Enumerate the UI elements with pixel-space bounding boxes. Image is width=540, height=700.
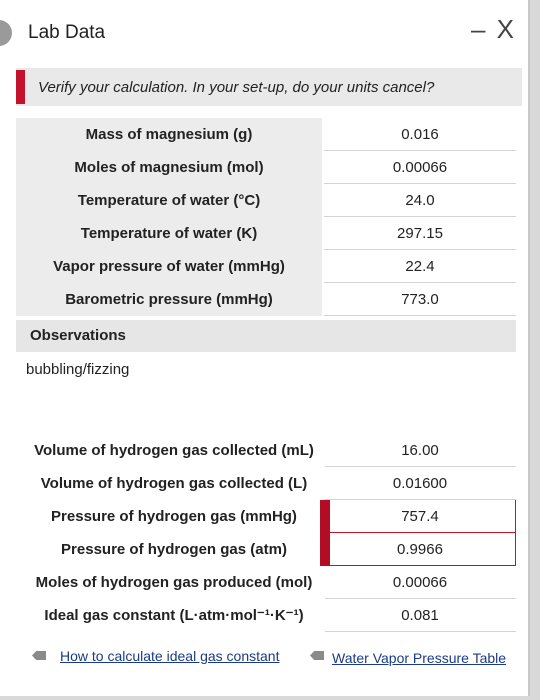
table-row: Barometric pressure (mmHg) 773.0	[16, 282, 516, 316]
table-row: Pressure of hydrogen gas (atm) 0.9966	[26, 532, 516, 566]
row-value[interactable]: 24.0	[324, 183, 516, 217]
row-value[interactable]: 773.0	[324, 282, 516, 316]
window-title: Lab Data	[28, 22, 106, 43]
window-controls[interactable]: – X	[471, 14, 516, 45]
verify-message: Verify your calculation. In your set-up,…	[38, 79, 435, 96]
results-table: Volume of hydrogen gas collected (mL) 16…	[26, 434, 516, 632]
verify-banner: Verify your calculation. In your set-up,…	[16, 68, 522, 106]
table-row: Volume of hydrogen gas collected (mL) 16…	[26, 434, 516, 467]
row-value[interactable]: 0.016	[324, 118, 516, 151]
table-row: Ideal gas constant (L·atm·mol⁻¹·K⁻¹) 0.0…	[26, 598, 516, 632]
row-value-highlighted[interactable]: 0.9966	[324, 532, 516, 566]
water-vapor-table-link[interactable]: Water Vapor Pressure Table	[332, 650, 506, 666]
row-label: Vapor pressure of water (mmHg)	[16, 249, 322, 283]
row-label: Temperature of water (°C)	[16, 183, 322, 217]
tab-indicator-icon	[0, 20, 12, 46]
row-label: Ideal gas constant (L·atm·mol⁻¹·K⁻¹)	[26, 598, 322, 632]
row-label: Barometric pressure (mmHg)	[16, 282, 322, 316]
link-arrow-icon	[32, 651, 46, 660]
row-label: Moles of magnesium (mol)	[16, 150, 322, 184]
table-row: Moles of hydrogen gas produced (mol) 0.0…	[26, 565, 516, 599]
row-value[interactable]: 22.4	[324, 249, 516, 283]
row-value[interactable]: 0.00066	[324, 565, 516, 599]
row-label: Temperature of water (K)	[16, 216, 322, 250]
row-label: Pressure of hydrogen gas (atm)	[26, 532, 322, 566]
table-row: Temperature of water (°C) 24.0	[16, 183, 516, 217]
row-value[interactable]: 0.01600	[324, 466, 516, 500]
link-arrow-icon	[310, 651, 324, 660]
row-value[interactable]: 0.00066	[324, 150, 516, 184]
row-label: Mass of magnesium (g)	[16, 118, 322, 151]
verify-accent-bar	[16, 70, 25, 104]
table-row: Vapor pressure of water (mmHg) 22.4	[16, 249, 516, 283]
table-row: Mass of magnesium (g) 0.016	[16, 118, 516, 151]
row-value[interactable]: 297.15	[324, 216, 516, 250]
lab-data-window: Lab Data – X Verify your calculation. In…	[0, 0, 530, 696]
row-label: Moles of hydrogen gas produced (mol)	[26, 565, 322, 599]
table-row: Volume of hydrogen gas collected (L) 0.0…	[26, 466, 516, 500]
row-label: Volume of hydrogen gas collected (mL)	[26, 434, 322, 467]
ideal-gas-help-link[interactable]: How to calculate ideal gas constant	[60, 648, 279, 664]
row-value-highlighted[interactable]: 757.4	[324, 499, 516, 533]
row-label: Volume of hydrogen gas collected (L)	[26, 466, 322, 500]
row-label: Pressure of hydrogen gas (mmHg)	[26, 499, 322, 533]
table-row: Moles of magnesium (mol) 0.00066	[16, 150, 516, 184]
table-row: Temperature of water (K) 297.15	[16, 216, 516, 250]
measurement-table: Mass of magnesium (g) 0.016 Moles of mag…	[16, 118, 516, 316]
table-row: Pressure of hydrogen gas (mmHg) 757.4	[26, 499, 516, 533]
title-bar: Lab Data – X	[0, 0, 528, 64]
row-value[interactable]: 16.00	[324, 434, 516, 467]
observations-heading: Observations	[16, 320, 516, 352]
observations-text[interactable]: bubbling/fizzing	[26, 361, 129, 378]
row-value[interactable]: 0.081	[324, 598, 516, 632]
